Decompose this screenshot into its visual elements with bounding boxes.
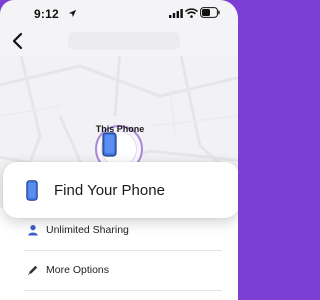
row-divider — [24, 250, 222, 251]
status-bar: 9:12 — [0, 0, 238, 26]
back-button[interactable] — [9, 30, 29, 52]
smartphone-icon — [102, 132, 117, 157]
find-your-phone-label: Find Your Phone — [54, 182, 165, 199]
navigation-bar — [0, 26, 238, 56]
location-arrow-icon — [68, 9, 77, 18]
app-screen: 9:12 This Phone Unlimited Sharing More O… — [0, 0, 238, 300]
status-time: 9:12 — [34, 7, 59, 21]
pencil-icon — [28, 265, 38, 276]
cellular-signal-icon — [169, 9, 183, 18]
more-options-label: More Options — [46, 264, 110, 276]
options-sheet: Unlimited Sharing More Options — [0, 208, 238, 300]
unlimited-sharing-label: Unlimited Sharing — [46, 224, 129, 236]
blurred-header-field — [68, 32, 180, 50]
chevron-left-icon — [12, 32, 23, 50]
device-label: This Phone — [95, 124, 145, 134]
find-your-phone-button[interactable]: Find Your Phone — [3, 162, 238, 218]
person-icon — [28, 225, 38, 236]
battery-icon — [200, 7, 220, 18]
smartphone-icon — [26, 180, 38, 201]
row-divider — [24, 290, 222, 291]
more-options-row[interactable]: More Options — [0, 252, 238, 290]
wifi-icon — [185, 8, 198, 18]
